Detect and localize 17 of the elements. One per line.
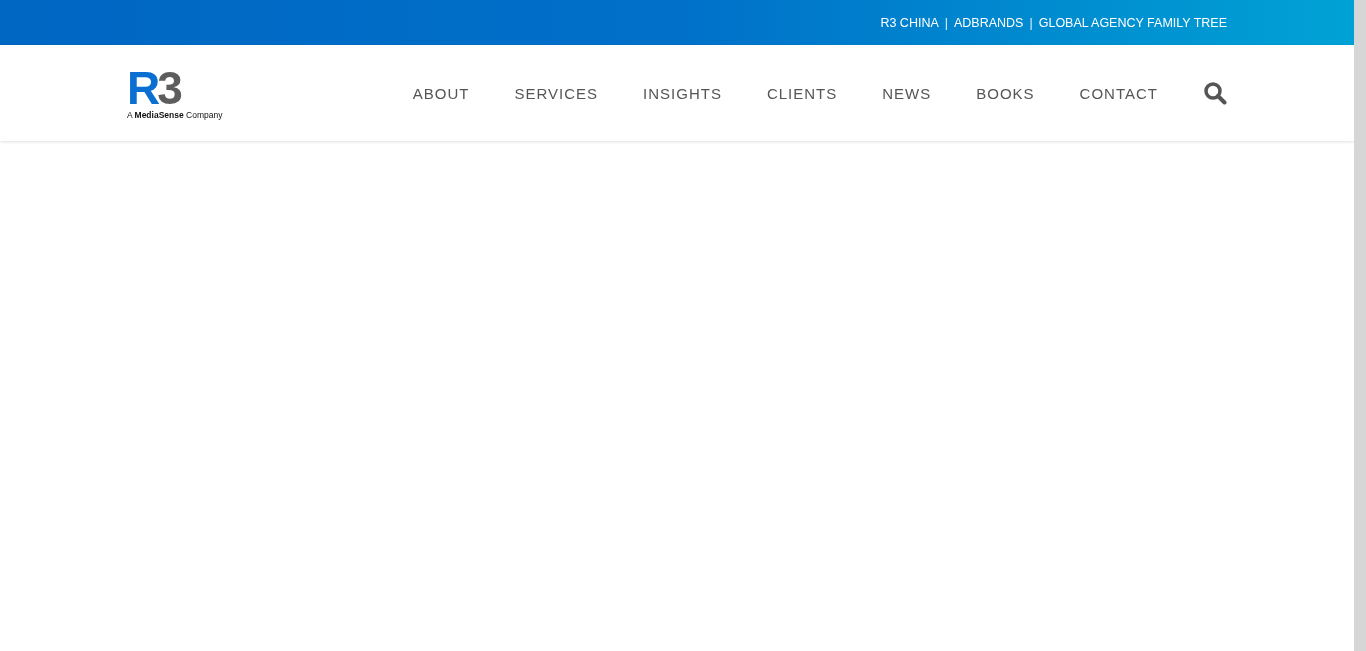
top-link[interactable]: GLOBAL AGENCY FAMILY TREE (1038, 15, 1227, 30)
logo[interactable]: R3 A MediaSense Company (127, 68, 223, 120)
nav-link[interactable]: SERVICES (514, 84, 599, 102)
scrollbar-track[interactable] (1354, 0, 1366, 651)
top-link[interactable]: ADBRANDS (954, 15, 1024, 30)
nav-link[interactable]: CLIENTS (766, 84, 838, 102)
logo-tagline: A MediaSense Company (127, 110, 223, 120)
nav-link[interactable]: NEWS (882, 84, 932, 102)
top-link[interactable]: R3 CHINA (880, 15, 939, 30)
link-separator: | (944, 15, 948, 30)
nav-link[interactable]: BOOKS (976, 84, 1035, 102)
nav-link[interactable]: CONTACT (1079, 84, 1158, 102)
link-separator: | (1029, 15, 1033, 30)
search-icon[interactable] (1203, 81, 1227, 105)
logo-mark: R3 (127, 68, 180, 108)
nav-link[interactable]: INSIGHTS (643, 84, 722, 102)
nav-link[interactable]: ABOUT (412, 84, 470, 102)
